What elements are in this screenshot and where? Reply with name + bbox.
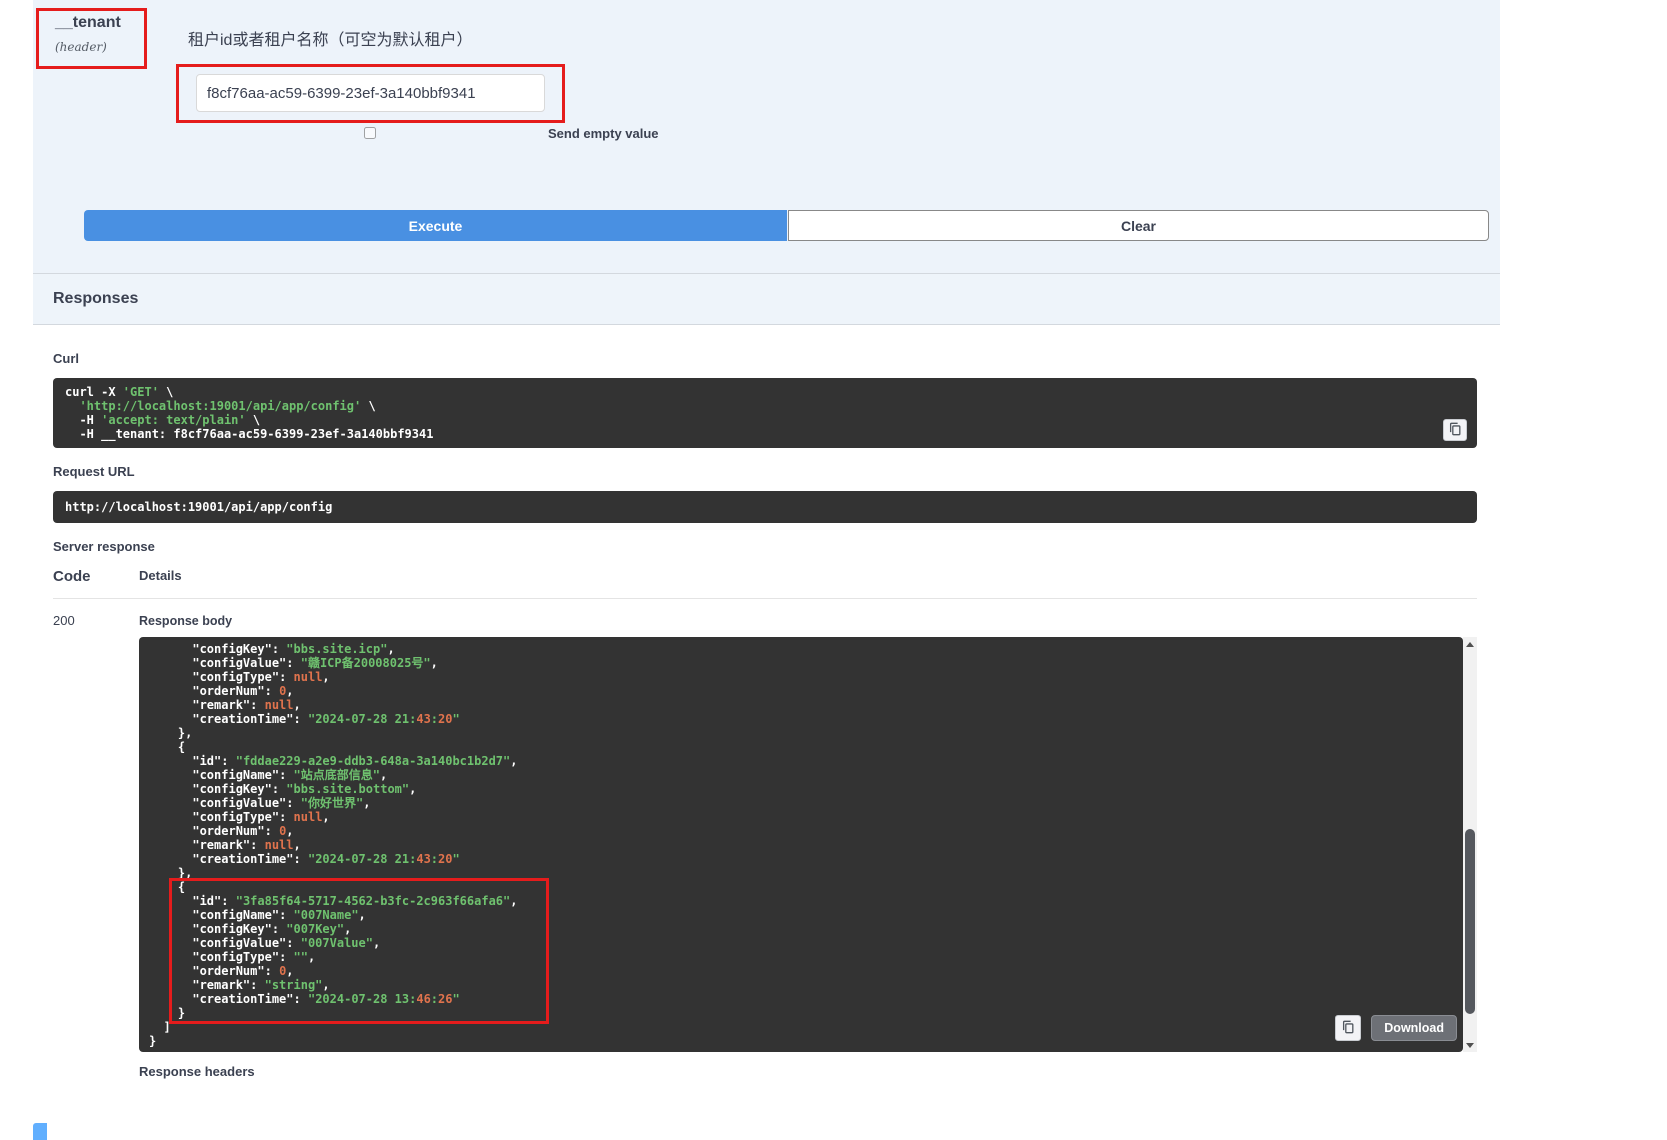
copy-curl-button[interactable] — [1443, 419, 1467, 441]
scrollbar-thumb[interactable] — [1465, 829, 1475, 1014]
copy-icon — [1341, 1020, 1355, 1037]
request-url-text: http://localhost:19001/api/app/config — [65, 500, 1465, 514]
parameter-name-cell: __tenant (header) — [55, 12, 188, 142]
request-url-label: Request URL — [53, 464, 1477, 479]
scrollbar-down-icon[interactable] — [1463, 1038, 1477, 1052]
send-empty-value-checkbox[interactable] — [364, 127, 376, 139]
response-row: 200 Response body "configKey": "bbs.site… — [53, 599, 1477, 1119]
parameters-section: __tenant (header) 租户id或者租户名称（可空为默认租户） Se… — [33, 0, 1500, 273]
get-method-badge-partial[interactable] — [33, 1123, 47, 1140]
scrollbar-up-icon[interactable] — [1463, 637, 1477, 651]
clear-button[interactable]: Clear — [788, 210, 1489, 241]
curl-label: Curl — [53, 351, 1477, 366]
code-column-header: Code — [53, 568, 139, 585]
parameter-location: (header) — [55, 40, 188, 54]
response-details-cell: Response body "configKey": "bbs.site.icp… — [139, 613, 1477, 1119]
response-body-block: "configKey": "bbs.site.icp", "configValu… — [139, 637, 1463, 1052]
server-response-label: Server response — [53, 539, 1477, 554]
response-body-label: Response body — [139, 614, 1477, 628]
execute-button[interactable]: Execute — [84, 210, 787, 241]
response-body-actions: Download — [1335, 1015, 1457, 1041]
tenant-value-input[interactable] — [196, 74, 545, 112]
curl-command-block: curl -X 'GET' \ 'http://localhost:19001/… — [53, 378, 1477, 448]
response-body-json: "configKey": "bbs.site.icp", "configValu… — [149, 642, 1453, 1048]
parameter-value-cell: 租户id或者租户名称（可空为默认租户） Send empty value — [188, 12, 1500, 142]
parameter-name: __tenant — [55, 14, 188, 32]
details-column-header: Details — [139, 568, 182, 585]
responses-section-header: Responses — [33, 273, 1500, 325]
response-headers-label: Response headers — [139, 1064, 1477, 1079]
responses-section-body: Curl curl -X 'GET' \ 'http://localhost:1… — [33, 325, 1500, 1119]
swagger-get-operation-panel: __tenant (header) 租户id或者租户名称（可空为默认租户） Se… — [33, 0, 1500, 1140]
status-code: 200 — [53, 613, 139, 1119]
parameter-row: __tenant (header) 租户id或者租户名称（可空为默认租户） Se… — [55, 12, 1500, 142]
download-button[interactable]: Download — [1371, 1015, 1457, 1041]
curl-command-text: curl -X 'GET' \ 'http://localhost:19001/… — [65, 385, 1465, 441]
responses-title: Responses — [53, 290, 1480, 308]
copy-response-button[interactable] — [1335, 1015, 1361, 1041]
response-body-wrapper: "configKey": "bbs.site.icp", "configValu… — [139, 637, 1477, 1052]
execute-clear-button-group: Execute Clear — [84, 210, 1489, 241]
send-empty-value-row: Send empty value — [188, 124, 1500, 142]
request-url-block: http://localhost:19001/api/app/config — [53, 491, 1477, 523]
response-body-scrollbar[interactable] — [1463, 637, 1477, 1052]
response-table-header: Code Details — [53, 568, 1477, 599]
parameter-description: 租户id或者租户名称（可空为默认租户） — [188, 26, 1500, 50]
copy-icon — [1448, 422, 1462, 439]
send-empty-value-label: Send empty value — [548, 126, 659, 141]
